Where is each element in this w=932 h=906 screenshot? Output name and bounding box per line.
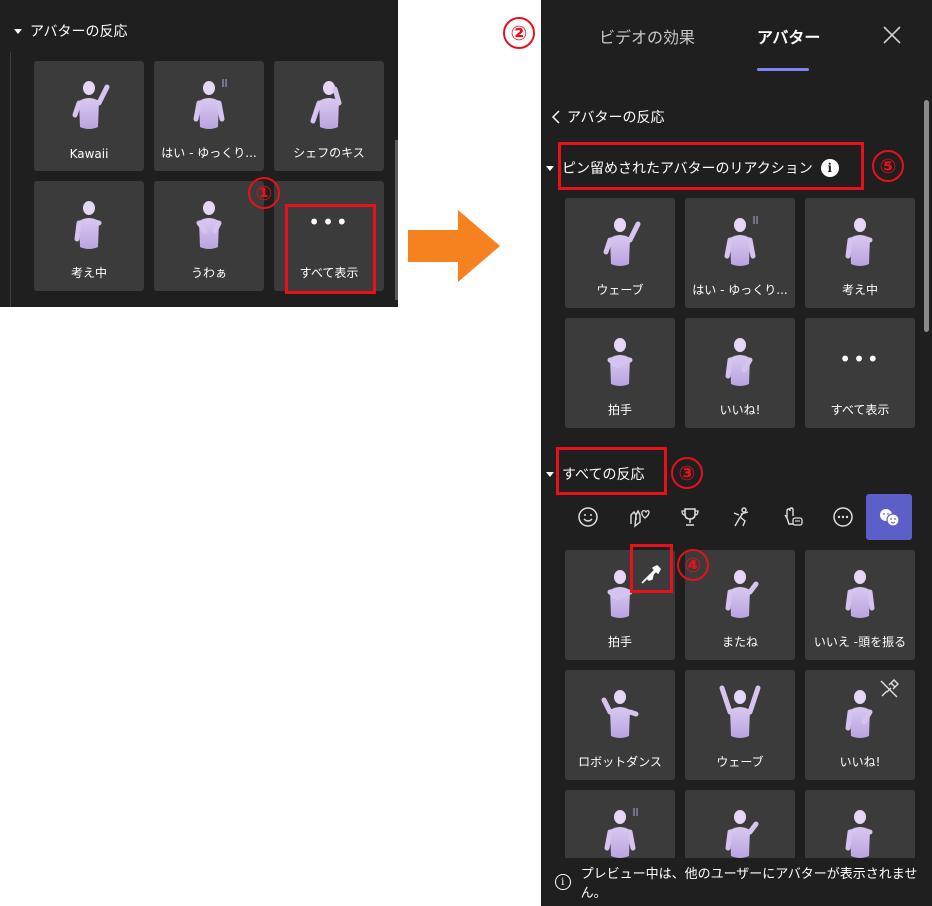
annotation-box-5 [558,142,864,190]
avatar-figure-icon [193,79,227,129]
left-scrollbar[interactable] [395,140,398,300]
pinned-tile-0[interactable]: ウェーブ [565,198,675,308]
panel-tabs: ビデオの効果 アバター [541,0,932,74]
tile-label: うわぁ [190,266,227,280]
avatar-figure-icon [725,338,753,386]
tile-label: いいね! [839,755,881,769]
avatar-figure-icon [719,685,761,738]
tile-label: Kawaii [69,147,109,161]
annotation-box-4 [630,544,673,593]
avatar-figure-icon [72,81,110,129]
annotation-number-5: ⑤ [872,150,904,182]
hand-chat-icon[interactable] [769,494,815,540]
pinned-tile-3[interactable]: 拍手 [565,318,675,428]
left-tile-3[interactable]: 考え中 [34,181,144,291]
preview-notice: i プレビュー中は、他のユーザーにアバターが表示されません。 [541,858,932,906]
annotation-number-2: ② [503,17,535,49]
left-tile-1[interactable]: はい - ゆっくり... [154,61,264,171]
more-dots-icon: ••• [839,347,881,371]
avatar-figure-icon [604,808,638,858]
active-tab-indicator [757,68,809,71]
tile-label: ウェーブ [596,283,644,297]
pinned-tile-1[interactable]: はい - ゆっくり... [685,198,795,308]
tree-guide-line [10,52,11,307]
dance-icon[interactable] [718,494,764,540]
reaction-category-bar [565,494,917,540]
left-tile-0[interactable]: Kawaii [34,61,144,171]
trophy-icon[interactable] [667,494,713,540]
annotation-box-1 [285,204,376,294]
annotation-number-4: ④ [677,549,709,581]
avatar-figure-icon [601,690,639,738]
avatar-figure-icon [725,810,759,858]
avatar-figure-icon [845,690,873,738]
avatar-figure-icon [603,218,641,266]
avatar-figure-icon [724,216,758,266]
tile-label: いいえ -頭を振る [813,635,907,649]
back-link-label: アバターの反応 [567,110,665,126]
caret-down-icon [546,165,554,171]
close-icon[interactable] [881,24,903,46]
right-scrollbar[interactable] [924,100,929,332]
avatar-figure-icon [845,570,875,618]
left-section-header[interactable]: アバターの反応 [14,18,127,44]
tab-video-effects[interactable]: ビデオの効果 [599,24,695,48]
all-tile-2[interactable]: いいえ -頭を振る [805,550,915,660]
avatar-figure-icon [310,81,342,129]
emoji-active-icon[interactable] [866,494,912,540]
tile-label: ウェーブ [716,755,764,769]
tile-label: 考え中 [70,266,107,280]
avatar-figure-icon [845,810,873,858]
tile-label: はい - ゆっくり... [161,146,257,160]
unpin-icon[interactable] [877,677,901,701]
pinned-show-all-tile[interactable]: ••• すべて表示 [805,318,915,428]
tab-avatar[interactable]: アバター [757,24,820,48]
tile-label: シェフのキス [293,146,365,160]
tile-label: 拍手 [607,403,632,417]
preview-notice-text: プレビュー中は、他のユーザーにアバターが表示されません。 [580,867,918,901]
tile-label: 考え中 [841,283,878,297]
annotation-box-3 [556,447,667,495]
avatar-figure-icon [725,570,759,618]
info-circle-icon: i [555,874,571,890]
tile-label: またね [721,635,758,649]
tile-label: ロボットダンス [578,755,662,769]
left-tile-4[interactable]: うわぁ [154,181,264,291]
all-tile-4[interactable]: ウェーブ [685,670,795,780]
hands-heart-icon[interactable] [616,494,662,540]
avatar-figure-icon [845,218,873,266]
left-section-title: アバターの反応 [30,24,128,40]
back-link[interactable]: アバターの反応 [551,106,664,128]
annotation-number-1: ① [248,177,280,209]
all-tile-3[interactable]: ロボットダンス [565,670,675,780]
chevron-left-icon [551,110,560,124]
tile-label: いいね! [719,403,761,417]
caret-down-icon [546,471,554,477]
pinned-tile-4[interactable]: いいね! [685,318,795,428]
arrow-right-icon [408,210,500,282]
avatar-figure-icon [196,201,222,249]
pinned-tile-2[interactable]: 考え中 [805,198,915,308]
more-circle-icon[interactable] [820,494,866,540]
left-tile-2[interactable]: シェフのキス [274,61,384,171]
avatar-figure-icon [74,201,102,249]
smile-icon[interactable] [565,494,611,540]
tile-label: はい - ゆっくり... [692,283,788,297]
avatar-figure-icon [607,338,633,386]
annotation-number-3: ③ [671,457,703,489]
tile-label: すべて表示 [830,403,890,417]
tile-label: 拍手 [607,635,632,649]
caret-down-icon [14,28,22,34]
